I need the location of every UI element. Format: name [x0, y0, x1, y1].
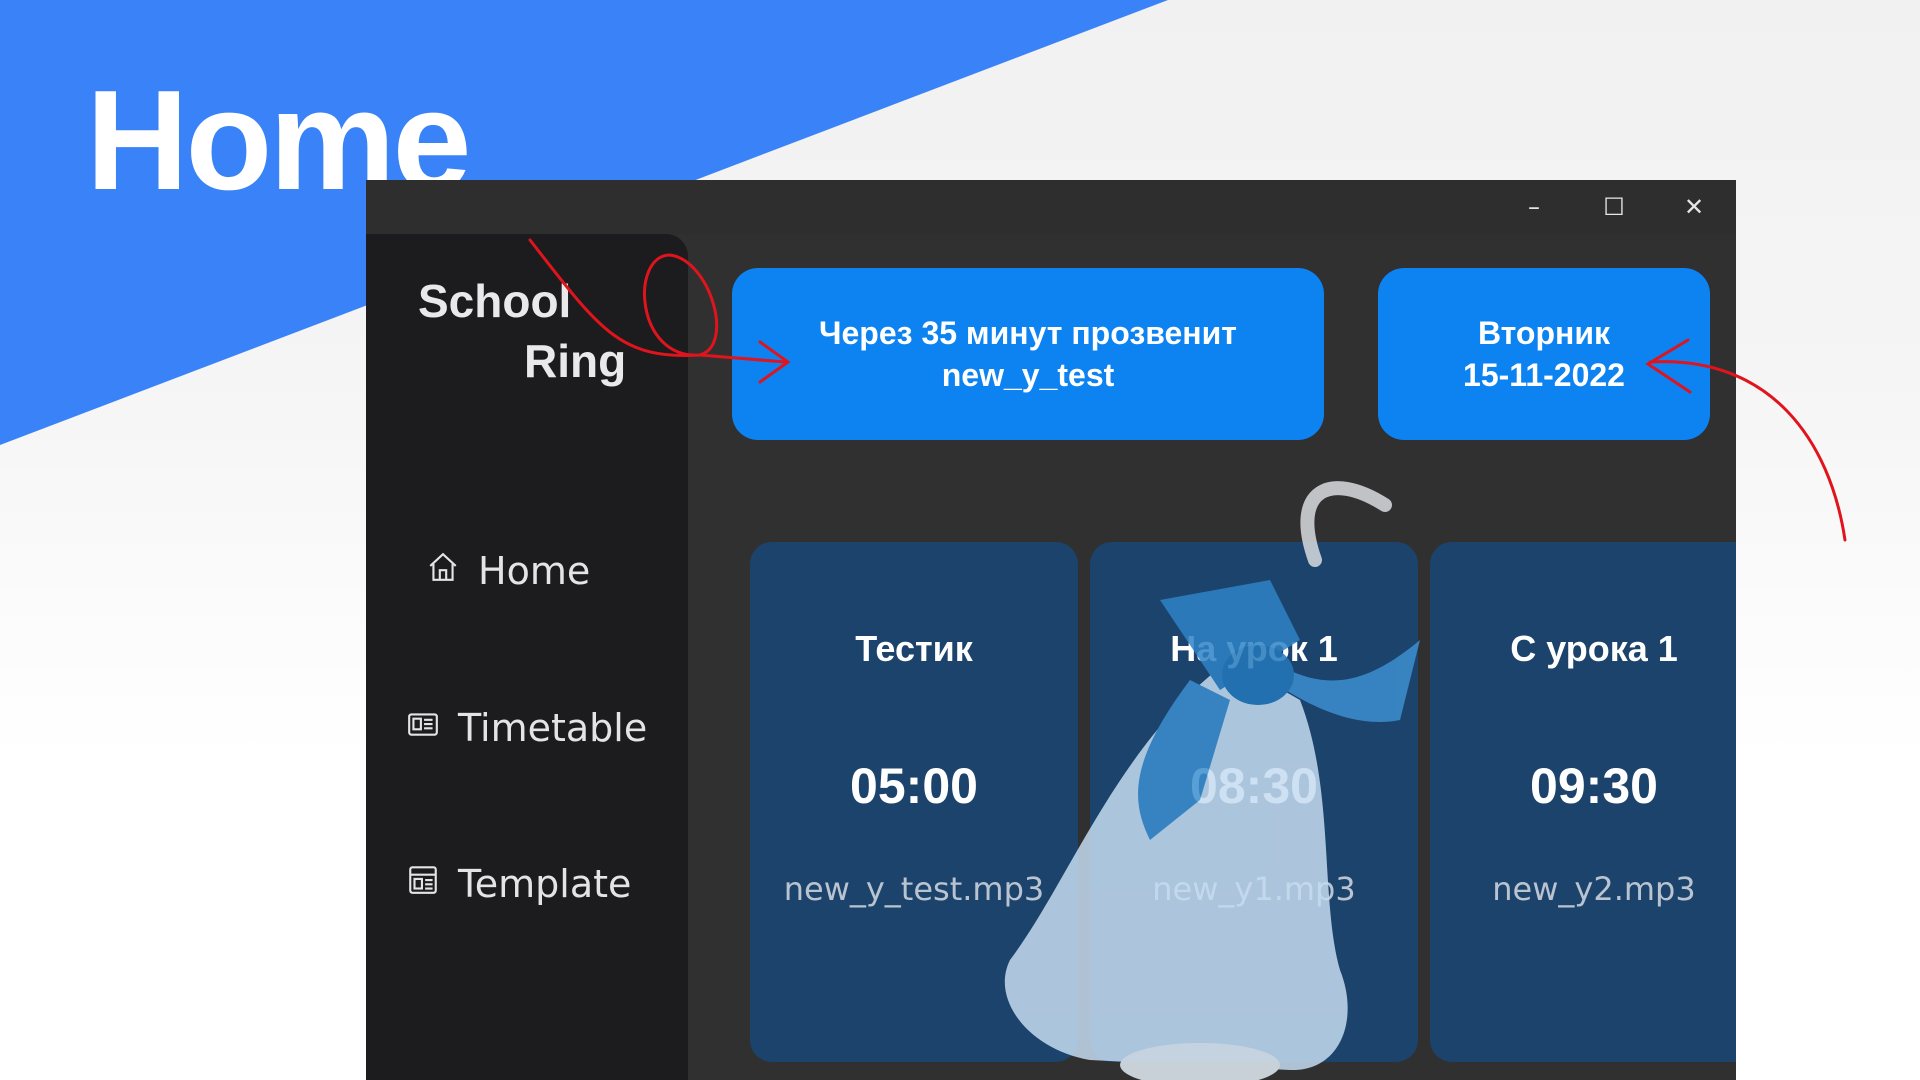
bell-name: Тестик — [855, 628, 973, 669]
bell-card[interactable]: На урок 1 08:30 new_y1.mp3 — [1090, 542, 1418, 1062]
sidebar-item-label: Timetable — [458, 706, 648, 750]
current-date: 15-11-2022 — [1463, 357, 1625, 393]
bell-file: new_y_test.mp3 — [783, 870, 1045, 908]
title-bar: – ☐ ✕ — [366, 180, 1736, 234]
sidebar-item-template[interactable]: Template — [406, 862, 631, 906]
sidebar-item-label: Template — [458, 862, 632, 906]
bell-name: На урок 1 — [1170, 628, 1338, 669]
sidebar: School Ring Home Timetable Template — [366, 234, 688, 1080]
sidebar-item-home[interactable]: Home — [426, 549, 590, 593]
weekday: Вторник — [1477, 315, 1611, 351]
next-ring-text: Через 35 минут прозвенит — [819, 315, 1237, 351]
logo-line2: Ring — [524, 335, 627, 387]
bell-card[interactable]: Тестик 05:00 new_y_test.mp3 — [750, 542, 1078, 1062]
bell-card[interactable]: С урока 1 09:30 new_y2.mp3 — [1430, 542, 1736, 1062]
next-ring-card: Через 35 минут прозвенит new_y_test — [732, 268, 1324, 440]
bell-file: new_y1.mp3 — [1152, 870, 1356, 908]
sidebar-item-timetable[interactable]: Timetable — [406, 706, 647, 750]
bell-time: 08:30 — [1190, 758, 1318, 814]
close-button[interactable]: ✕ — [1654, 180, 1734, 234]
logo-line1: School — [418, 275, 572, 327]
bell-name: С урока 1 — [1510, 628, 1678, 669]
next-ring-file: new_y_test — [941, 357, 1115, 393]
maximize-button[interactable]: ☐ — [1574, 180, 1654, 234]
timetable-icon — [406, 706, 440, 750]
template-icon — [406, 862, 440, 906]
date-card: Вторник 15-11-2022 — [1378, 268, 1710, 440]
sidebar-item-label: Home — [478, 549, 591, 593]
bell-file: new_y2.mp3 — [1492, 870, 1696, 908]
home-icon — [426, 549, 460, 593]
bell-time: 09:30 — [1530, 758, 1658, 814]
app-window: – ☐ ✕ School Ring Home Timetable Templat… — [366, 180, 1736, 1080]
bell-time: 05:00 — [850, 758, 978, 814]
minimize-button[interactable]: – — [1494, 180, 1574, 234]
